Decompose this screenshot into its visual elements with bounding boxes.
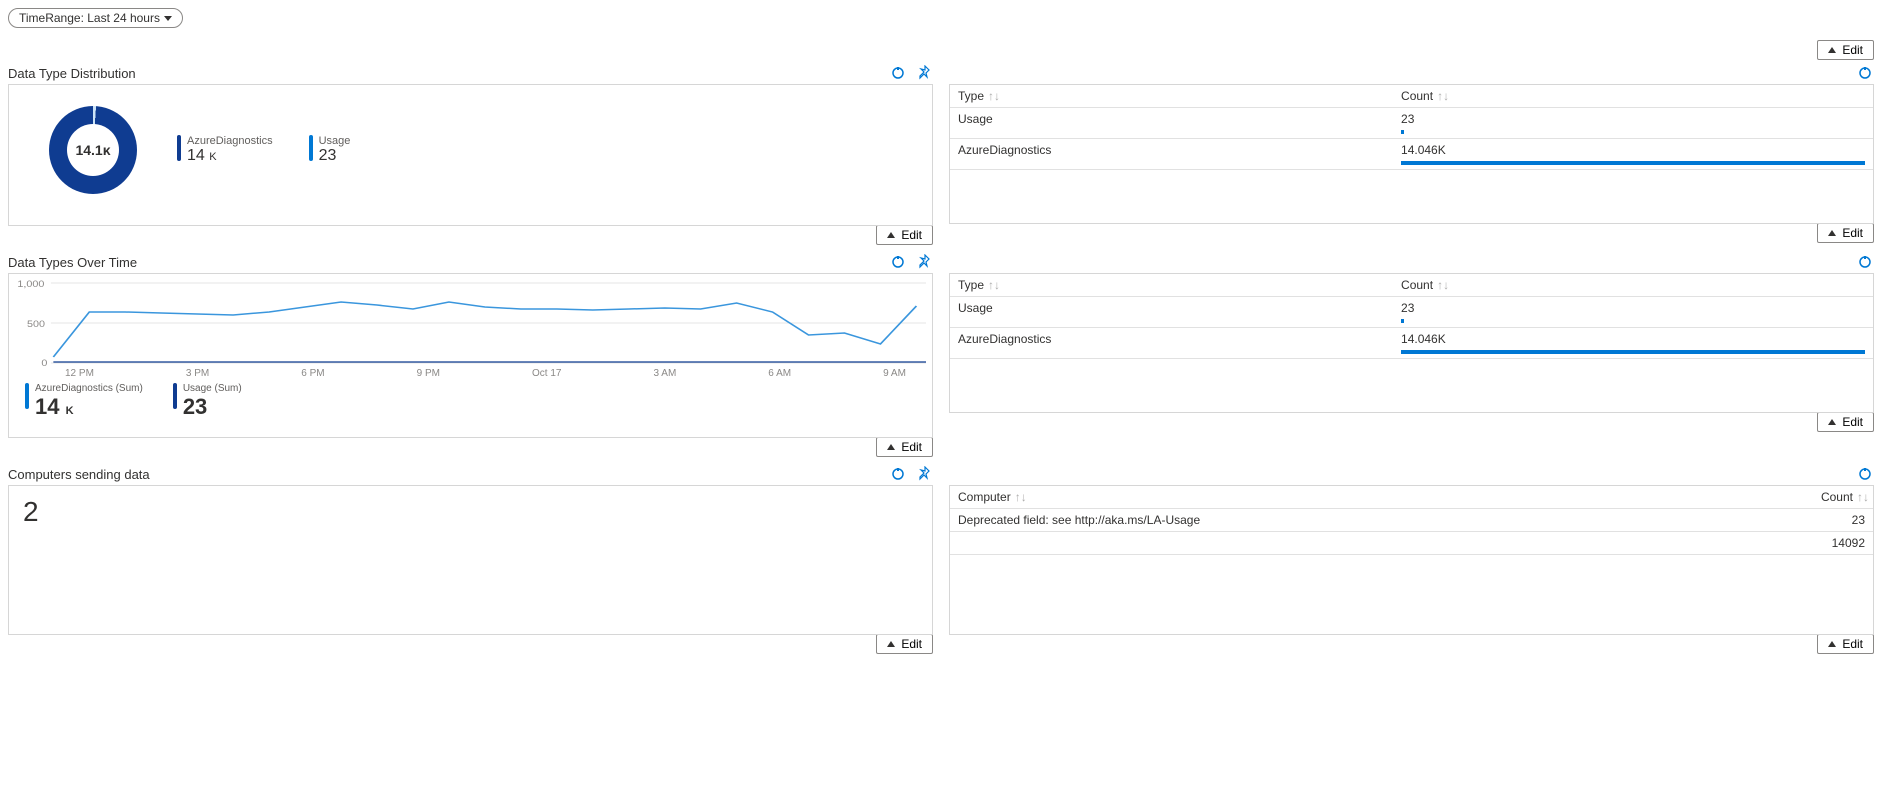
card-computers-sending-data: Computers sending data 2 Edit	[8, 465, 933, 654]
card-computers-table: Computer↑↓ Count↑↓ Deprecated field: see…	[949, 465, 1874, 654]
sort-icon: ↑↓	[1437, 278, 1445, 286]
col-count[interactable]: Count↑↓	[1393, 274, 1873, 297]
col-type[interactable]: Type↑↓	[950, 85, 1393, 108]
legend-item: AzureDiagnostics 14 K	[177, 135, 273, 165]
table-row[interactable]: 14092	[950, 532, 1873, 555]
log-analytics-icon[interactable]	[889, 465, 907, 483]
svg-text:0: 0	[41, 359, 48, 368]
pin-icon[interactable]	[915, 465, 933, 483]
sort-icon: ↑↓	[988, 278, 996, 286]
time-range-label: TimeRange: Last 24 hours	[19, 11, 160, 25]
table-row[interactable]: Usage 23	[950, 297, 1873, 328]
chevron-down-icon	[164, 16, 172, 21]
card-edit-button[interactable]: Edit	[1817, 223, 1874, 243]
col-count[interactable]: Count↑↓	[1393, 85, 1873, 108]
log-analytics-icon[interactable]	[889, 64, 907, 82]
pin-icon[interactable]	[915, 253, 933, 271]
card-over-time-table: Type↑↓ Count↑↓ Usage 23 AzureDiagnostics…	[949, 253, 1874, 457]
svg-text:500: 500	[27, 320, 46, 330]
log-analytics-icon[interactable]	[889, 253, 907, 271]
svg-text:1,000: 1,000	[17, 280, 44, 290]
card-data-types-over-time: Data Types Over Time 1,000 500	[8, 253, 933, 457]
legend-item: AzureDiagnostics (Sum) 14 K	[25, 383, 143, 420]
card-edit-button[interactable]: Edit	[876, 437, 933, 457]
over-time-table: Type↑↓ Count↑↓ Usage 23 AzureDiagnostics…	[950, 274, 1873, 359]
edit-label: Edit	[1842, 43, 1863, 57]
sort-icon: ↑↓	[1015, 490, 1023, 498]
legend-item: Usage 23	[309, 135, 351, 165]
card-title: Computers sending data	[8, 467, 150, 482]
dist-table: Type↑↓ Count↑↓ Usage 23 AzureDiagnostics…	[950, 85, 1873, 170]
card-dist-table: Type↑↓ Count↑↓ Usage 23 AzureDiagnostics…	[949, 64, 1874, 245]
card-data-type-distribution: Data Type Distribution 14.1ᴋ	[8, 64, 933, 245]
card-title: Data Types Over Time	[8, 255, 137, 270]
table-row[interactable]: AzureDiagnostics 14.046K	[950, 328, 1873, 359]
up-arrow-icon	[1828, 47, 1836, 53]
log-analytics-icon[interactable]	[1856, 465, 1874, 483]
card-edit-button[interactable]: Edit	[1817, 412, 1874, 432]
card-title: Data Type Distribution	[8, 66, 136, 81]
computers-count: 2	[9, 486, 932, 538]
col-type[interactable]: Type↑↓	[950, 274, 1393, 297]
sort-icon: ↑↓	[1437, 89, 1445, 97]
legend-item: Usage (Sum) 23	[173, 383, 242, 420]
up-arrow-icon	[887, 641, 895, 647]
line-chart: 1,000 500 0	[15, 278, 926, 368]
sort-icon: ↑↓	[988, 89, 996, 97]
card-edit-button[interactable]: Edit	[876, 225, 933, 245]
donut-center-value: 14.1ᴋ	[49, 106, 137, 194]
card-edit-button[interactable]: Edit	[876, 634, 933, 654]
computers-table: Computer↑↓ Count↑↓ Deprecated field: see…	[950, 486, 1873, 555]
page-edit-button[interactable]: Edit	[1817, 40, 1874, 60]
col-computer[interactable]: Computer↑↓	[950, 486, 1783, 509]
up-arrow-icon	[1828, 419, 1836, 425]
up-arrow-icon	[887, 444, 895, 450]
pin-icon[interactable]	[915, 64, 933, 82]
table-row[interactable]: Deprecated field: see http://aka.ms/LA-U…	[950, 509, 1873, 532]
sort-icon: ↑↓	[1857, 490, 1865, 498]
up-arrow-icon	[1828, 641, 1836, 647]
up-arrow-icon	[1828, 230, 1836, 236]
table-row[interactable]: AzureDiagnostics 14.046K	[950, 139, 1873, 170]
table-row[interactable]: Usage 23	[950, 108, 1873, 139]
donut-chart: 14.1ᴋ	[49, 106, 137, 194]
col-count[interactable]: Count↑↓	[1783, 486, 1873, 509]
card-edit-button[interactable]: Edit	[1817, 634, 1874, 654]
x-axis-labels: 12 PM 3 PM 6 PM 9 PM Oct 17 3 AM 6 AM 9 …	[15, 368, 926, 383]
time-range-dropdown[interactable]: TimeRange: Last 24 hours	[8, 8, 183, 28]
log-analytics-icon[interactable]	[1856, 253, 1874, 271]
up-arrow-icon	[887, 232, 895, 238]
log-analytics-icon[interactable]	[1856, 64, 1874, 82]
